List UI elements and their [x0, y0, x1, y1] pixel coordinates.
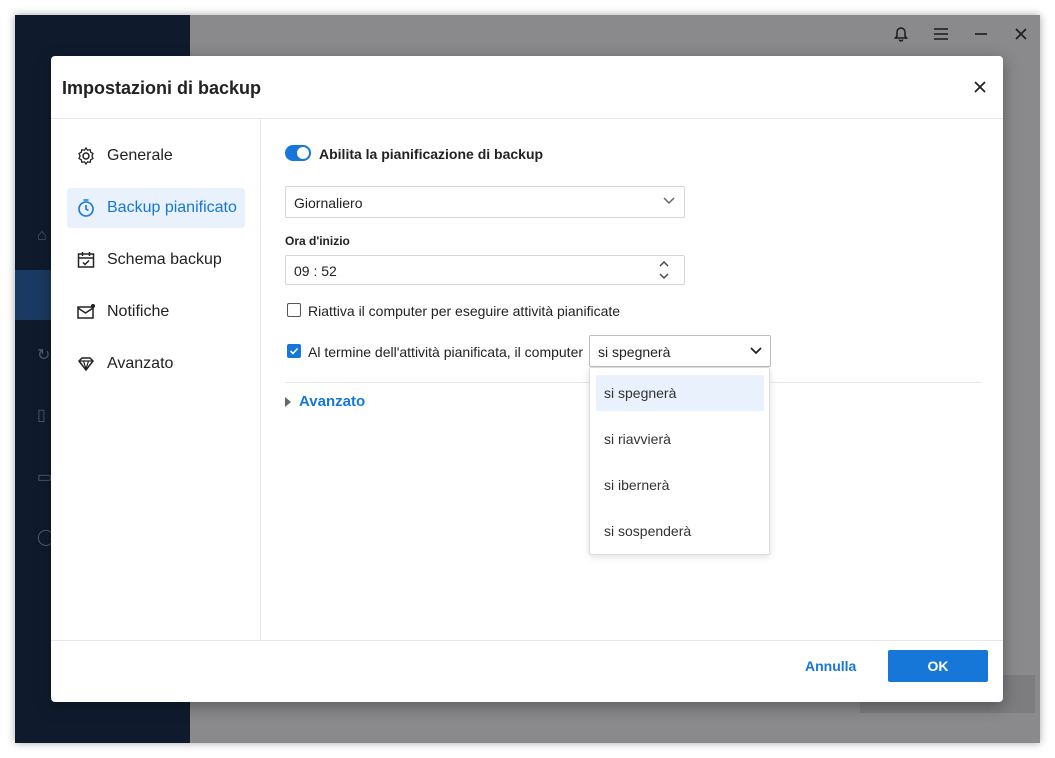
start-time-value: 09 : 52	[294, 263, 337, 279]
close-button[interactable]	[969, 76, 991, 98]
nav-label: Backup pianificato	[107, 199, 237, 216]
nav-label: Schema backup	[107, 251, 222, 268]
bell-icon[interactable]	[890, 23, 912, 45]
nav-item-notifiche[interactable]: Notifiche	[67, 292, 245, 332]
wake-computer-label: Riattiva il computer per eseguire attivi…	[308, 303, 621, 319]
nav-label: Generale	[107, 147, 173, 164]
chevron-down-icon	[662, 193, 676, 212]
nav-item-backup-pianificato[interactable]: Backup pianificato	[67, 188, 245, 228]
dropdown-option[interactable]: si sospenderà	[596, 513, 764, 549]
advanced-expander[interactable]: Avanzato	[285, 393, 365, 410]
window-close-icon[interactable]	[1010, 23, 1032, 45]
dropdown-option[interactable]: si riavvierà	[596, 421, 764, 457]
enable-schedule-label: Abilita la pianificazione di backup	[319, 146, 544, 162]
timer-icon	[75, 197, 97, 219]
titlebar-controls	[890, 23, 1032, 45]
diamond-icon	[75, 353, 97, 375]
nav-label: Avanzato	[107, 355, 174, 372]
after-task-action-value: si spegnerà	[598, 344, 671, 360]
check-icon	[289, 347, 299, 355]
backup-settings-dialog: Impostazioni di backup Generale Backup p…	[51, 56, 1003, 702]
mail-icon	[75, 301, 97, 323]
nav-item-schema-backup[interactable]: Schema backup	[67, 240, 245, 280]
start-time-input[interactable]: 09 : 52	[285, 255, 685, 285]
chevron-down-icon	[748, 342, 764, 363]
enable-schedule-toggle[interactable]	[285, 145, 311, 161]
after-task-label: Al termine dell'attività pianificata, il…	[308, 344, 584, 360]
dialog-title: Impostazioni di backup	[62, 78, 262, 98]
wake-computer-checkbox[interactable]	[287, 303, 301, 317]
caret-right-icon	[285, 396, 291, 407]
ok-button[interactable]: OK	[888, 650, 988, 682]
dropdown-option[interactable]: si ibernerà	[596, 467, 764, 503]
close-icon	[974, 81, 986, 93]
gear-icon	[75, 145, 97, 167]
after-task-action-select[interactable]: si spegnerà	[589, 335, 771, 367]
calendar-icon	[75, 249, 97, 271]
settings-nav: Generale Backup pianificato Schema backu…	[51, 119, 261, 640]
menu-icon[interactable]	[930, 23, 952, 45]
nav-item-generale[interactable]: Generale	[67, 136, 245, 176]
schedule-settings-panel: Abilita la pianificazione di backup Gior…	[261, 119, 1003, 640]
start-time-label: Ora d'inizio	[285, 234, 350, 248]
after-task-action-dropdown: si spegnerà si riavvierà si ibernerà si …	[589, 367, 770, 555]
dialog-footer: Annulla OK	[51, 640, 1003, 703]
nav-label: Notifiche	[107, 303, 170, 320]
minimize-icon[interactable]	[970, 23, 992, 45]
nav-item-avanzato[interactable]: Avanzato	[67, 344, 245, 384]
frequency-value: Giornaliero	[294, 195, 363, 211]
after-task-checkbox[interactable]	[287, 344, 301, 358]
time-spinner-icon[interactable]	[658, 259, 670, 286]
frequency-select[interactable]: Giornaliero	[285, 186, 685, 218]
dialog-header: Impostazioni di backup	[51, 56, 1003, 119]
advanced-label: Avanzato	[299, 393, 366, 410]
dropdown-option[interactable]: si spegnerà	[596, 375, 764, 411]
cancel-button[interactable]: Annulla	[805, 658, 856, 674]
